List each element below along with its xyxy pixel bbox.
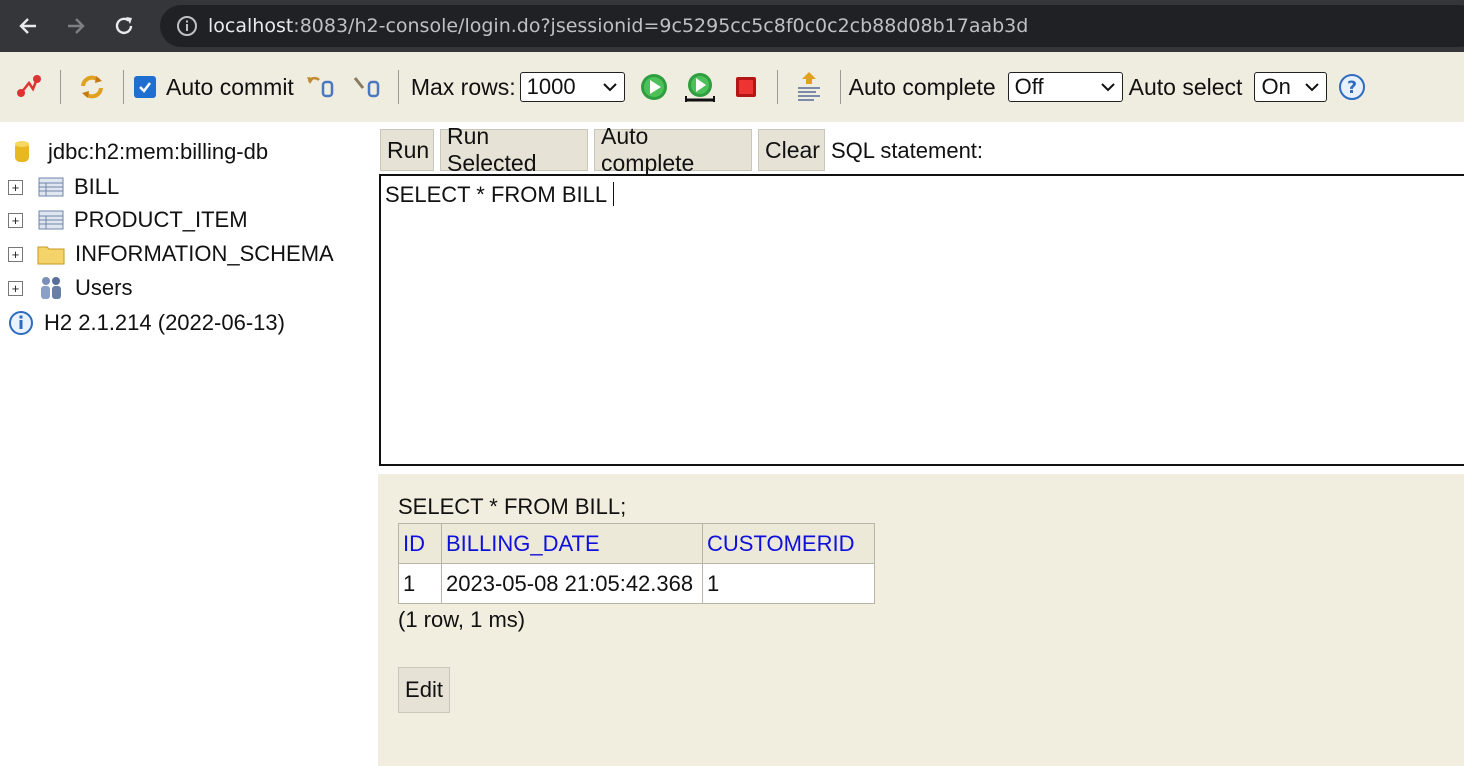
expand-icon[interactable]: +	[8, 246, 23, 262]
run-selected-icon[interactable]	[683, 70, 717, 104]
url-path: :8083/h2-console/login.do?jsessionid=9c5…	[293, 15, 1029, 37]
info-icon[interactable]	[176, 15, 198, 37]
run-selected-button[interactable]: Run Selected	[440, 123, 588, 176]
auto-commit-label: Auto commit	[166, 73, 294, 100]
users-icon	[41, 277, 61, 299]
expand-icon[interactable]: +	[8, 212, 23, 228]
address-bar[interactable]: localhost:8083/h2-console/login.do?jsess…	[160, 5, 1464, 47]
tree-item-label: BILL	[74, 174, 120, 199]
result-summary: (1 row, 1 ms)	[398, 607, 526, 632]
toolbar-divider	[839, 70, 841, 104]
table-row: 1 2023-05-08 21:05:42.368 1	[398, 563, 875, 604]
auto-complete-value: Off	[1014, 74, 1044, 99]
edit-button[interactable]: Edit	[398, 667, 450, 713]
expand-icon[interactable]: +	[8, 280, 23, 296]
toolbar-divider	[123, 70, 124, 104]
table-cell: 1	[702, 563, 875, 604]
run-button[interactable]: Run	[380, 129, 434, 171]
clear-button[interactable]: Clear	[758, 129, 825, 171]
h2-toolbar: Auto commit Max rows: 1000 Auto complete…	[0, 52, 1464, 122]
chevron-down-icon	[1100, 83, 1115, 92]
rollback-icon[interactable]	[304, 70, 338, 104]
auto-complete-button[interactable]: Auto complete	[594, 123, 752, 176]
disconnect-icon[interactable]	[12, 70, 46, 104]
sql-text: SELECT * FROM BILL	[385, 182, 608, 207]
tree-item-bill[interactable]: + BILL	[8, 171, 119, 203]
auto-select-value: On	[1261, 74, 1291, 99]
browser-toolbar: localhost:8083/h2-console/login.do?jsess…	[0, 0, 1464, 52]
auto-commit-checkbox[interactable]	[134, 76, 156, 98]
sql-statement-label: SQL statement:	[831, 138, 984, 163]
auto-complete-label: Auto complete	[848, 73, 996, 100]
auto-select-select[interactable]: On	[1254, 72, 1328, 102]
history-icon[interactable]	[792, 70, 826, 104]
max-rows-label: Max rows:	[410, 73, 516, 100]
reload-icon[interactable]	[104, 6, 144, 46]
tree-item-users[interactable]: + Users	[8, 272, 132, 304]
result-panel: SELECT * FROM BILL; ID BILLING_DATE CUST…	[378, 474, 1464, 766]
database-icon	[15, 141, 29, 162]
table-cell: 1	[398, 563, 442, 604]
commit-icon[interactable]	[350, 70, 384, 104]
tree-item-label: INFORMATION_SCHEMA	[75, 241, 334, 266]
sql-editor[interactable]: SELECT * FROM BILL	[379, 174, 1464, 466]
table-icon	[38, 210, 64, 230]
table-header-row: ID BILLING_DATE CUSTOMERID	[398, 523, 875, 564]
svg-text:?: ?	[1348, 78, 1358, 98]
chevron-down-icon	[602, 83, 617, 92]
result-table: ID BILLING_DATE CUSTOMERID 1 2023-05-08 …	[398, 523, 875, 604]
url-text: localhost:8083/h2-console/login.do?jsess…	[208, 15, 1028, 37]
column-header[interactable]: CUSTOMERID	[702, 523, 875, 564]
back-arrow-icon[interactable]	[8, 6, 48, 46]
chevron-down-icon	[1305, 83, 1320, 92]
column-header[interactable]: BILLING_DATE	[441, 523, 703, 564]
version-info: H2 2.1.214 (2022-06-13)	[8, 307, 285, 339]
stop-icon[interactable]	[729, 70, 763, 104]
connection-node[interactable]: jdbc:h2:mem:billing-db	[8, 136, 268, 168]
url-host: localhost	[208, 15, 294, 37]
toolbar-divider	[60, 70, 61, 104]
run-icon[interactable]	[637, 70, 671, 104]
auto-select-label: Auto select	[1128, 73, 1243, 100]
forward-arrow-icon[interactable]	[56, 6, 96, 46]
executed-sql: SELECT * FROM BILL;	[398, 494, 627, 519]
table-cell: 2023-05-08 21:05:42.368	[441, 563, 703, 604]
max-rows-select[interactable]: 1000	[519, 72, 625, 102]
table-icon	[38, 177, 64, 197]
refresh-icon[interactable]	[75, 70, 109, 104]
info-icon	[9, 311, 33, 335]
auto-complete-select[interactable]: Off	[1007, 72, 1123, 102]
database-tree: jdbc:h2:mem:billing-db + BILL + PRODUCT_…	[0, 122, 378, 766]
connection-label: jdbc:h2:mem:billing-db	[48, 139, 269, 164]
folder-icon	[37, 246, 65, 265]
query-panel: Run Run Selected Auto complete Clear SQL…	[378, 122, 1464, 474]
expand-icon[interactable]: +	[8, 179, 23, 195]
help-icon[interactable]: ?	[1335, 70, 1369, 104]
tree-item-product-item[interactable]: + PRODUCT_ITEM	[8, 204, 248, 236]
tree-item-label: Users	[75, 275, 133, 300]
toolbar-divider	[776, 70, 778, 104]
text-caret	[613, 182, 615, 206]
max-rows-value: 1000	[526, 74, 576, 99]
version-label: H2 2.1.214 (2022-06-13)	[44, 310, 285, 335]
tree-item-information-schema[interactable]: + INFORMATION_SCHEMA	[8, 238, 334, 270]
tree-item-label: PRODUCT_ITEM	[74, 207, 248, 232]
toolbar-divider	[397, 70, 399, 104]
column-header[interactable]: ID	[398, 523, 442, 564]
